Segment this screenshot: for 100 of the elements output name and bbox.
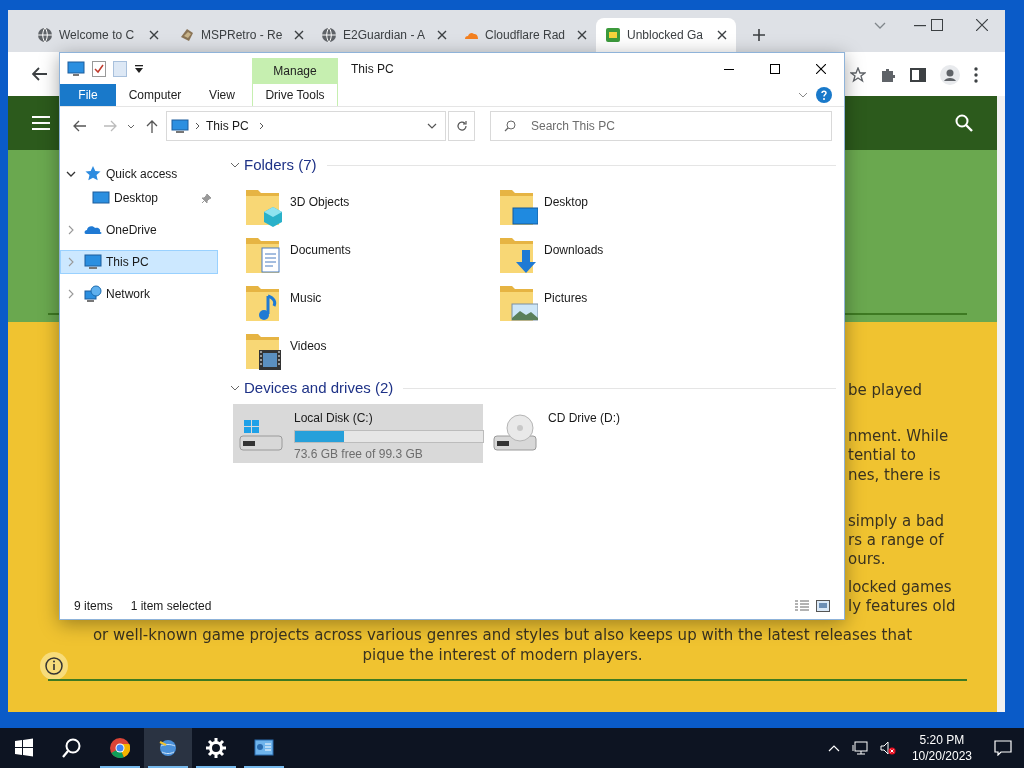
- folder-name: 3D Objects: [290, 194, 350, 211]
- address-segment[interactable]: This PC: [206, 117, 249, 135]
- maximize-icon: [770, 63, 780, 74]
- context-tab-group[interactable]: Manage: [252, 58, 338, 84]
- desktop-icon: [92, 189, 110, 207]
- profile-icon[interactable]: [940, 65, 960, 85]
- browser-tab[interactable]: Welcome to C: [28, 18, 168, 52]
- folder-item[interactable]: Documents: [233, 230, 483, 278]
- group-header[interactable]: Folders (7): [244, 153, 317, 177]
- properties-icon[interactable]: [92, 60, 106, 77]
- collapse-icon[interactable]: [66, 169, 76, 179]
- drive-tile[interactable]: Local Disk (C:) 73.6 GB free of 99.3 GB: [233, 404, 483, 463]
- close-icon[interactable]: [294, 30, 305, 40]
- close-icon[interactable]: [577, 30, 588, 40]
- browser-tab[interactable]: Cloudflare Rad: [454, 18, 594, 52]
- nav-item[interactable]: Quick access: [60, 162, 218, 186]
- tab-title: Cloudflare Rad: [485, 27, 566, 44]
- ribbon-tab[interactable]: Drive Tools: [252, 84, 338, 106]
- collapse-icon[interactable]: [230, 160, 240, 170]
- drive-name: Local Disk (C:): [294, 410, 374, 427]
- expand-icon[interactable]: [66, 225, 76, 235]
- network-icon[interactable]: [851, 741, 868, 755]
- drive-tile[interactable]: CD Drive (D:): [487, 404, 737, 463]
- clock[interactable]: 5:20 PM 10/20/2023: [907, 732, 976, 764]
- chevron-icon[interactable]: [258, 122, 264, 130]
- customize-icon[interactable]: [134, 63, 144, 74]
- close-icon: [816, 63, 826, 74]
- folder-item[interactable]: Pictures: [487, 278, 737, 326]
- site-icon: [605, 27, 621, 43]
- tab-title: MSPRetro - Re: [201, 27, 283, 44]
- nav-item[interactable]: Desktop: [60, 186, 218, 210]
- up-icon[interactable]: [146, 119, 158, 133]
- control-panel-icon: [254, 738, 274, 758]
- browser-tab[interactable]: Unblocked Ga: [596, 18, 736, 52]
- tab-title: E2Guardian - A: [343, 27, 426, 44]
- back-icon[interactable]: [73, 120, 87, 132]
- search-icon[interactable]: [955, 114, 973, 132]
- minimize-icon[interactable]: [914, 25, 926, 27]
- close-icon[interactable]: [976, 19, 988, 31]
- nav-item[interactable]: Network: [60, 282, 218, 306]
- info-icon[interactable]: [40, 652, 68, 680]
- folder-name: Videos: [290, 338, 327, 355]
- paragraph-text: simply a bad: [848, 511, 945, 531]
- menu-icon[interactable]: [974, 67, 978, 83]
- nav-item[interactable]: This PC: [60, 250, 218, 274]
- search-field[interactable]: Search This PC: [490, 111, 832, 141]
- tab-title: Unblocked Ga: [627, 27, 704, 44]
- close-icon[interactable]: [437, 30, 448, 40]
- collapse-icon[interactable]: [230, 383, 240, 393]
- menu-icon[interactable]: [32, 116, 50, 130]
- refresh-button[interactable]: [448, 111, 475, 141]
- group-header[interactable]: Devices and drives (2): [244, 376, 394, 400]
- close-icon[interactable]: [149, 30, 159, 40]
- clock-date: 10/20/2023: [911, 748, 972, 764]
- new-tab-icon[interactable]: [752, 28, 766, 42]
- expand-ribbon-icon[interactable]: [798, 92, 808, 98]
- sidebar-icon[interactable]: [910, 67, 926, 83]
- recent-locations-icon[interactable]: [127, 123, 135, 129]
- folder-item[interactable]: Music: [233, 278, 483, 326]
- computer-icon[interactable]: [67, 60, 85, 77]
- ribbon-tab[interactable]: Computer: [116, 84, 194, 106]
- close-icon[interactable]: [717, 30, 727, 40]
- folder-item[interactable]: 3D Objects: [233, 182, 483, 230]
- nav-item[interactable]: OneDrive: [60, 218, 218, 242]
- folder-item[interactable]: Desktop: [487, 182, 737, 230]
- folder-item[interactable]: Downloads: [487, 230, 737, 278]
- folder-name: Music: [290, 290, 322, 307]
- windows-icon: [14, 738, 34, 758]
- star-icon: [84, 165, 102, 183]
- back-icon[interactable]: [32, 67, 48, 81]
- cd-drive-icon: [492, 412, 538, 454]
- browser-tab[interactable]: MSPRetro - Re: [170, 18, 310, 52]
- help-icon[interactable]: [816, 87, 832, 103]
- globe-icon: [37, 27, 53, 43]
- expand-icon[interactable]: [66, 289, 76, 299]
- maximize-icon[interactable]: [931, 19, 943, 31]
- computer-icon: [84, 253, 102, 271]
- chevron-icon[interactable]: [195, 122, 200, 130]
- large-icons-view-icon[interactable]: [816, 600, 830, 612]
- scrollbar[interactable]: [997, 96, 1005, 712]
- nav-label: Network: [106, 286, 150, 303]
- ribbon-tab[interactable]: File: [60, 84, 116, 106]
- paragraph-text: ours.: [848, 549, 886, 569]
- notifications-icon[interactable]: [994, 740, 1012, 756]
- browser-tab[interactable]: E2Guardian - A: [312, 18, 452, 52]
- paragraph-text: be played: [848, 380, 923, 400]
- address-bar[interactable]: This PC: [166, 111, 446, 141]
- paragraph-text: or well-known game projects across various genres and styles but also keeps up with the latest releases that: [92, 625, 913, 645]
- dropdown-icon[interactable]: [427, 123, 437, 129]
- taskbar-button[interactable]: [144, 728, 192, 768]
- volume-muted-icon[interactable]: [879, 741, 896, 755]
- status-text: 9 items: [74, 598, 113, 615]
- chevron-up-icon[interactable]: [827, 744, 840, 752]
- extensions-icon[interactable]: [880, 67, 896, 83]
- folder-item[interactable]: Videos: [233, 326, 483, 374]
- star-icon[interactable]: [850, 67, 866, 83]
- drive-capacity: 73.6 GB free of 99.3 GB: [294, 446, 424, 463]
- ribbon-tab[interactable]: View: [194, 84, 250, 106]
- paragraph-text: nment. While: [848, 426, 949, 446]
- paragraph-text: locked games: [848, 577, 952, 597]
